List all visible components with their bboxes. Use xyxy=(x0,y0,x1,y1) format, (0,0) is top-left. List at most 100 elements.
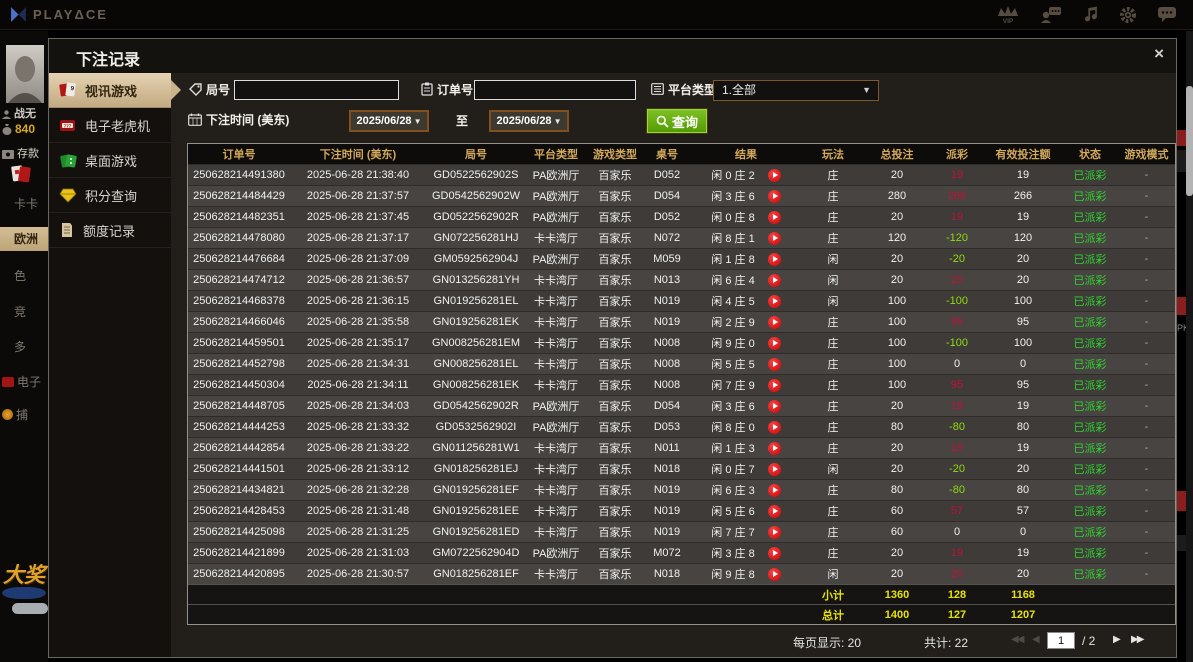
replay-play-icon[interactable] xyxy=(767,462,781,476)
table-row: 250628214442854 2025-06-28 21:33:22 GN01… xyxy=(188,437,1175,458)
replay-play-icon[interactable] xyxy=(767,420,781,434)
cell-order-no: 250628214468378 xyxy=(193,295,285,307)
video-games-cards-icon[interactable] xyxy=(10,164,32,184)
deposit-link[interactable]: 存款 xyxy=(2,145,39,161)
cell-platform: 卡卡湾厅 xyxy=(534,359,578,371)
replay-play-icon[interactable] xyxy=(767,252,781,266)
result-text: 闲 7 庄 9 xyxy=(711,380,755,392)
cell-play-type: 庄 xyxy=(827,191,839,203)
cell-bet-time: 2025-06-28 21:32:28 xyxy=(306,484,410,496)
first-page-button[interactable]: ◀◀ xyxy=(1011,634,1024,645)
support-icon[interactable] xyxy=(1040,6,1062,24)
cell-total-bet: 280 xyxy=(887,190,907,202)
vip-icon[interactable]: VIP xyxy=(996,5,1020,24)
chat-icon[interactable] xyxy=(1157,6,1177,23)
cell-game-type: 百家乐 xyxy=(598,506,632,518)
replay-play-icon[interactable] xyxy=(767,231,781,245)
replay-play-icon[interactable] xyxy=(767,546,781,560)
lobby-category-sedie[interactable]: 色 xyxy=(14,267,26,284)
cell-order-no: 250628214452798 xyxy=(193,358,285,370)
cell-platform: 卡卡湾厅 xyxy=(534,296,578,308)
total-row: 总计 1400 127 1207 xyxy=(188,604,1175,624)
page-number-input[interactable] xyxy=(1047,632,1075,649)
cell-valid-bet: 266 xyxy=(1013,190,1033,202)
cell-play-type: 庄 xyxy=(827,338,839,350)
replay-play-icon[interactable] xyxy=(767,441,781,455)
next-page-button[interactable]: ▶ xyxy=(1113,634,1121,645)
cell-result: 闲 3 庄 6 xyxy=(690,398,802,414)
replay-play-icon[interactable] xyxy=(767,189,781,203)
cell-payout: -80 xyxy=(949,484,965,496)
cell-game-type: 百家乐 xyxy=(598,422,632,434)
last-page-button[interactable]: ▶▶ xyxy=(1131,634,1144,645)
date-from-button[interactable]: 2025/06/28 ▼ xyxy=(349,110,429,132)
replay-play-icon[interactable] xyxy=(767,315,781,329)
brand-logo[interactable]: PLAYΔCE xyxy=(10,6,108,23)
search-button[interactable]: 查询 xyxy=(647,109,708,133)
sidebar-item-slots[interactable]: 777 电子老虎机 xyxy=(49,108,171,143)
avatar[interactable] xyxy=(6,45,44,103)
replay-play-icon[interactable] xyxy=(767,336,781,350)
cell-payout: 19 xyxy=(950,400,964,412)
lobby-category-duo[interactable]: 多 xyxy=(14,338,26,355)
subtotal-bet: 1360 xyxy=(884,588,910,601)
cell-table-no: N008 xyxy=(653,358,681,370)
sidebar-item-video-games[interactable]: 9 视讯游戏 xyxy=(49,73,181,108)
cell-status: 已派彩 xyxy=(1073,359,1107,371)
cell-table-no: M059 xyxy=(653,253,681,265)
cell-bet-time: 2025-06-28 21:38:40 xyxy=(306,169,410,181)
lobby-category-europe[interactable]: 欧洲 xyxy=(0,227,48,251)
sidebar-item-points-query[interactable]: 积分查询 xyxy=(49,178,171,213)
replay-play-icon[interactable] xyxy=(767,210,781,224)
sidebar-item-quota-records[interactable]: 额度记录 xyxy=(49,213,171,248)
col-valid: 有效投注额 xyxy=(995,149,1051,161)
replay-play-icon[interactable] xyxy=(767,483,781,497)
replay-play-icon[interactable] xyxy=(767,567,781,581)
jackpot-banner[interactable]: 大奖 xyxy=(3,559,45,589)
lobby-category-jing[interactable]: 竞 xyxy=(14,303,26,320)
replay-play-icon[interactable] xyxy=(767,378,781,392)
lobby-category-fishing[interactable]: 捕 xyxy=(2,406,28,423)
close-icon[interactable]: × xyxy=(1154,44,1164,64)
cell-bet-time: 2025-06-28 21:37:45 xyxy=(306,211,410,223)
cell-bet-time: 2025-06-28 21:37:57 xyxy=(306,190,410,202)
table-games-icon xyxy=(60,153,77,168)
lobby-category-slots[interactable]: 电子 xyxy=(2,373,41,390)
top-bar: PLAYΔCE VIP xyxy=(0,0,1193,30)
cell-platform: 卡卡湾厅 xyxy=(534,527,578,539)
cell-valid-bet: 19 xyxy=(1016,547,1030,559)
scrollbar-thumb[interactable] xyxy=(1186,86,1193,196)
replay-play-icon[interactable] xyxy=(767,525,781,539)
cell-valid-bet: 95 xyxy=(1016,379,1030,391)
lobby-category-kaka[interactable]: 卡卡 xyxy=(14,195,38,212)
cell-round-no: GN018256281EF xyxy=(433,568,519,580)
prev-page-button[interactable]: ◀ xyxy=(1032,634,1040,645)
replay-play-icon[interactable] xyxy=(767,294,781,308)
round-no-input[interactable] xyxy=(234,80,399,100)
cell-platform: 卡卡湾厅 xyxy=(534,464,578,476)
diamond-icon xyxy=(59,188,77,203)
date-to-button[interactable]: 2025/06/28 ▼ xyxy=(489,110,569,132)
col-platform: 平台类型 xyxy=(534,149,578,161)
cell-play-type: 庄 xyxy=(827,401,839,413)
cell-result: 闲 0 庄 8 xyxy=(690,209,802,225)
replay-play-icon[interactable] xyxy=(767,273,781,287)
cell-total-bet: 100 xyxy=(887,316,907,328)
cell-status: 已派彩 xyxy=(1073,527,1107,539)
user-icon xyxy=(2,110,11,119)
settings-gear-icon[interactable] xyxy=(1119,6,1137,24)
table-row: 250628214428453 2025-06-28 21:31:48 GN01… xyxy=(188,500,1175,521)
replay-play-icon[interactable] xyxy=(767,168,781,182)
replay-play-icon[interactable] xyxy=(767,357,781,371)
replay-play-icon[interactable] xyxy=(767,504,781,518)
order-no-input[interactable] xyxy=(474,80,636,100)
lobby-balance: 840 xyxy=(2,122,35,136)
music-icon[interactable] xyxy=(1082,6,1099,23)
platform-type-select[interactable]: 1.全部 ▼ xyxy=(713,80,879,101)
result-text: 闲 1 庄 8 xyxy=(711,254,755,266)
scrollbar-track[interactable] xyxy=(1186,31,1193,662)
replay-play-icon[interactable] xyxy=(767,399,781,413)
fish-icon xyxy=(2,409,13,420)
sidebar-item-table-games[interactable]: 桌面游戏 xyxy=(49,143,171,178)
cell-valid-bet: 100 xyxy=(1013,295,1033,307)
